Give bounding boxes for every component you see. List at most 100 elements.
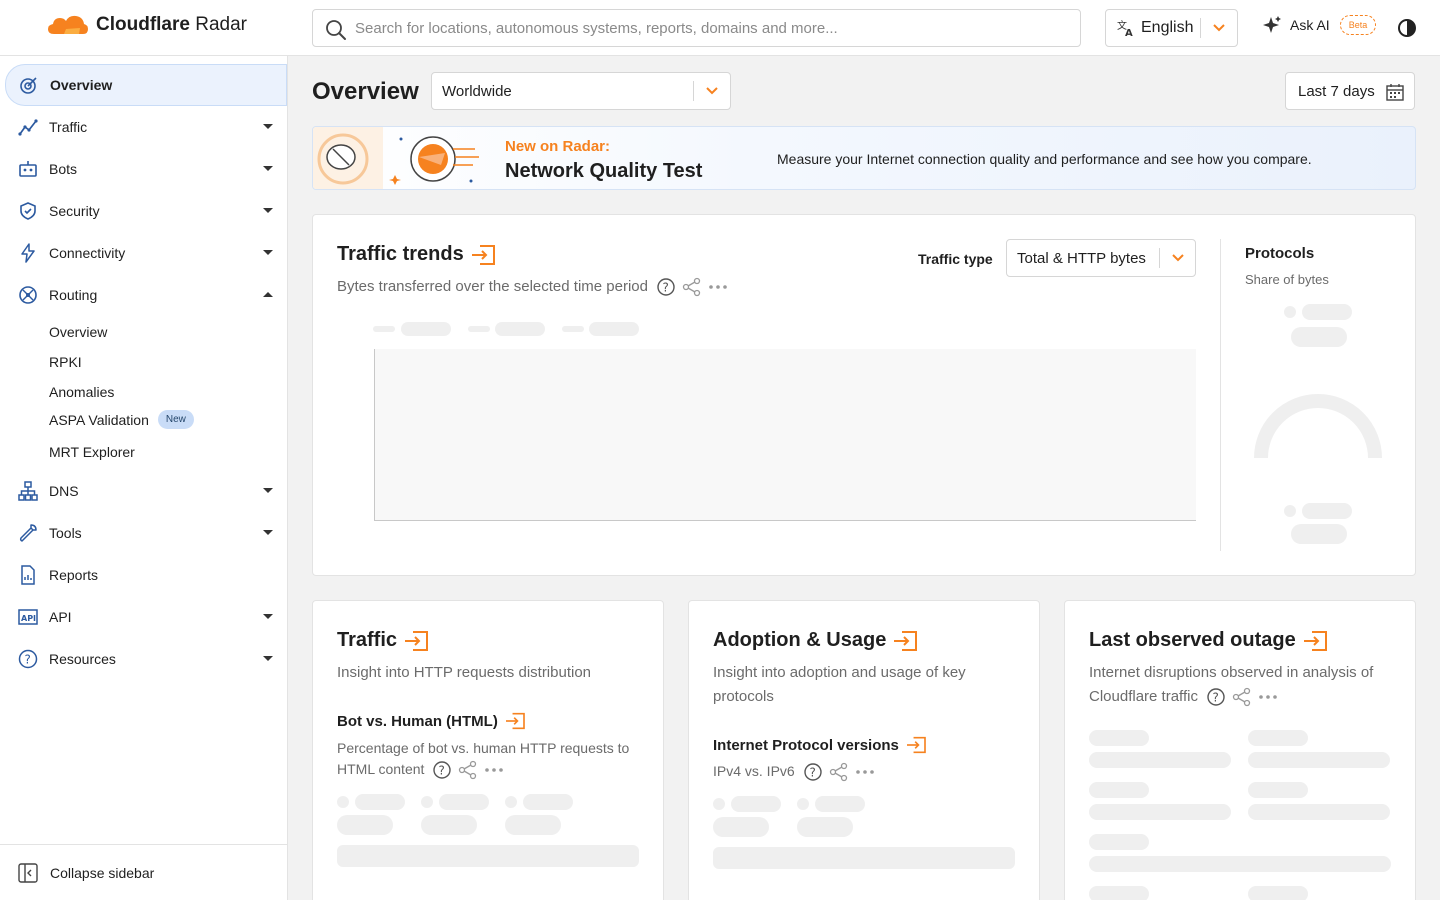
share-icon[interactable] — [1232, 687, 1252, 707]
card-subtitle-line: Insight into adoption and usage of key — [713, 664, 966, 681]
routing-sub-mrt-explorer[interactable]: MRT Explorer — [49, 444, 135, 460]
text-skeleton — [1089, 730, 1149, 746]
location-value: Worldwide — [442, 82, 512, 100]
routing-sub-overview[interactable]: Overview — [49, 324, 107, 340]
sidebar-item-label: Connectivity — [49, 245, 126, 261]
last-outage-title[interactable]: Last observed outage — [1089, 629, 1328, 652]
sidebar-item-label: Traffic — [49, 119, 88, 135]
caret-down-icon — [263, 656, 273, 661]
traffic-trends-title[interactable]: Traffic trends — [337, 243, 496, 266]
traffic-type-select[interactable]: Total & HTTP bytes — [1006, 239, 1196, 277]
cloudflare-radar-logo[interactable]: Cloudflare Radar — [46, 14, 247, 36]
bot-vs-human-title[interactable]: Bot vs. Human (HTML) — [337, 712, 526, 730]
open-link-icon — [505, 712, 525, 730]
banner-title: Network Quality Test — [505, 160, 703, 182]
network-quality-banner[interactable]: New on Radar: Network Quality Test Measu… — [312, 126, 1416, 190]
card-subtitle-line: Internet disruptions observed in analysi… — [1089, 664, 1374, 681]
sidebar-item-reports[interactable]: Reports — [5, 555, 287, 595]
chevron-down-icon — [706, 87, 718, 95]
traffic-type-value: Total & HTTP bytes — [1017, 249, 1146, 267]
sidebar-item-security[interactable]: Security — [5, 191, 287, 231]
help-icon[interactable]: ? — [656, 277, 676, 297]
more-options-icon[interactable] — [1258, 687, 1278, 707]
share-icon[interactable] — [682, 277, 702, 297]
card-tools: ? — [656, 277, 728, 297]
sidebar-item-tools[interactable]: Tools — [5, 513, 287, 553]
card-subtitle-text: Cloudflare traffic — [1089, 688, 1198, 705]
share-icon[interactable] — [829, 762, 849, 782]
sidebar-item-overview[interactable]: Overview — [5, 64, 287, 106]
routing-sub-aspa-validation[interactable]: ASPA Validation New — [49, 410, 194, 429]
caret-down-icon — [263, 530, 273, 535]
sub-item-label: Overview — [49, 324, 108, 340]
sidebar-item-label: Resources — [49, 651, 116, 667]
sub-item-label: RPKI — [49, 354, 82, 370]
text-skeleton — [1248, 752, 1390, 768]
sidebar-item-traffic[interactable]: Traffic — [5, 107, 287, 147]
svg-text:?: ? — [1213, 691, 1219, 705]
adoption-usage-subtitle: Insight into adoption and usage of key p… — [713, 661, 966, 709]
sidebar-item-dns[interactable]: DNS — [5, 471, 287, 511]
ip-versions-title[interactable]: Internet Protocol versions — [713, 736, 927, 754]
legend-skeleton — [495, 322, 545, 336]
sidebar-item-label: DNS — [49, 483, 79, 499]
sidebar-item-api[interactable]: API API — [5, 597, 287, 637]
card-title-text: Last observed outage — [1089, 629, 1296, 651]
theme-toggle-icon[interactable] — [1397, 18, 1417, 38]
help-icon[interactable]: ? — [1206, 687, 1226, 707]
share-icon[interactable] — [458, 760, 478, 780]
legend-skeleton — [523, 794, 573, 810]
legend-skeleton — [373, 326, 395, 332]
sidebar-collapse-icon — [18, 862, 38, 883]
caret-down-icon — [263, 124, 273, 129]
sidebar-item-label: Bots — [49, 161, 78, 177]
value-skeleton — [337, 815, 393, 835]
legend-skeleton — [1291, 327, 1347, 347]
date-range-button[interactable]: Last 7 days — [1285, 72, 1415, 110]
speed-test-illustration — [313, 127, 479, 189]
sidebar-item-label: API — [49, 609, 72, 625]
location-select[interactable]: Worldwide — [431, 72, 731, 110]
legend-dot-skeleton — [421, 796, 433, 808]
sub-item-label: Anomalies — [49, 384, 115, 400]
language-select[interactable]: 文 A English — [1105, 9, 1238, 47]
more-options-icon[interactable] — [708, 277, 728, 297]
date-range-value: Last 7 days — [1298, 82, 1375, 100]
sidebar-item-connectivity[interactable]: Connectivity — [5, 233, 287, 273]
ip-versions-subtitle: IPv4 vs. IPv6 ? — [713, 761, 875, 782]
radar-icon — [18, 74, 40, 96]
sidebar-item-bots[interactable]: Bots — [5, 149, 287, 189]
caret-down-icon — [263, 166, 273, 171]
legend-skeleton — [1302, 503, 1352, 519]
collapse-sidebar-button[interactable]: Collapse sidebar — [0, 844, 287, 900]
banner-kicker: New on Radar: — [505, 138, 611, 155]
card-title-text: Traffic — [337, 629, 398, 651]
traffic-trends-subtitle: Bytes transferred over the selected time… — [337, 275, 728, 299]
legend-skeleton — [355, 794, 405, 810]
sidebar-item-routing[interactable]: Routing — [5, 275, 287, 315]
sparkle-icon — [1263, 16, 1281, 33]
more-options-icon[interactable] — [484, 760, 504, 780]
adoption-usage-title[interactable]: Adoption & Usage — [713, 629, 918, 652]
help-icon[interactable]: ? — [803, 762, 823, 782]
top-header: Cloudflare Radar 文 A English Ask AI Beta — [0, 0, 1440, 56]
routing-sub-rpki[interactable]: RPKI — [49, 354, 82, 370]
card-subtitle-text: Bytes transferred over the selected time… — [337, 278, 648, 295]
help-icon[interactable]: ? — [432, 760, 452, 780]
value-skeleton — [421, 815, 477, 835]
open-link-icon — [906, 736, 926, 754]
more-options-icon[interactable] — [855, 762, 875, 782]
shield-icon — [17, 200, 39, 222]
card-title-text: Traffic trends — [337, 243, 464, 265]
last-outage-subtitle: Internet disruptions observed in analysi… — [1089, 661, 1373, 709]
search-bar[interactable] — [312, 9, 1081, 47]
ask-ai-button[interactable]: Ask AI Beta — [1262, 15, 1377, 35]
sidebar-item-label: Tools — [49, 525, 82, 541]
sidebar-item-label: Overview — [50, 77, 113, 93]
sidebar-item-resources[interactable]: ? Resources — [5, 639, 287, 679]
protocols-subtitle: Share of bytes — [1245, 272, 1329, 287]
routing-sub-anomalies[interactable]: Anomalies — [49, 384, 114, 400]
search-input[interactable] — [355, 19, 1080, 37]
traffic-card-title[interactable]: Traffic — [337, 629, 429, 652]
caret-up-icon — [263, 292, 273, 297]
